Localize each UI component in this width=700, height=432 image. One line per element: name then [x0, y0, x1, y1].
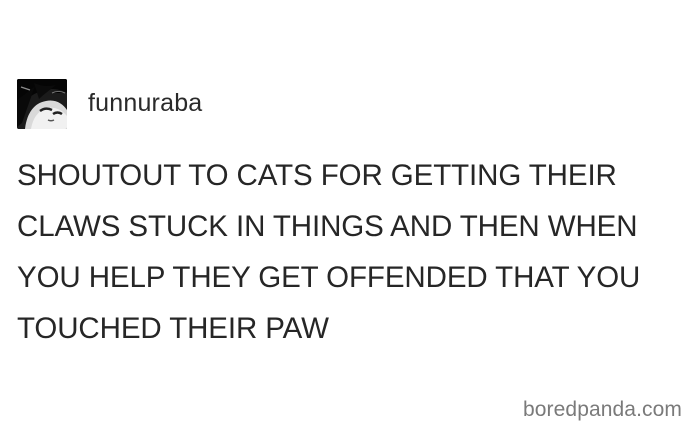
source-watermark: boredpanda.com — [522, 398, 682, 421]
tumblr-post: funnuraba SHOUTOUT TO CATS FOR GETTING T… — [0, 0, 700, 432]
avatar[interactable] — [17, 79, 67, 129]
post-header: funnuraba — [17, 79, 202, 129]
post-text-line: CLAWS STUCK IN THINGS AND THEN WHEN — [17, 210, 638, 243]
post-text-line: YOU HELP THEY GET OFFENDED THAT YOU — [17, 261, 641, 294]
post-text-line: TOUCHED THEIR PAW — [17, 312, 329, 345]
avatar-portrait-icon — [17, 79, 67, 129]
post-text-line: SHOUTOUT TO CATS FOR GETTING THEIR — [17, 159, 617, 192]
username[interactable]: funnuraba — [88, 89, 202, 118]
post-body: SHOUTOUT TO CATS FOR GETTING THEIR CLAWS… — [17, 150, 692, 354]
